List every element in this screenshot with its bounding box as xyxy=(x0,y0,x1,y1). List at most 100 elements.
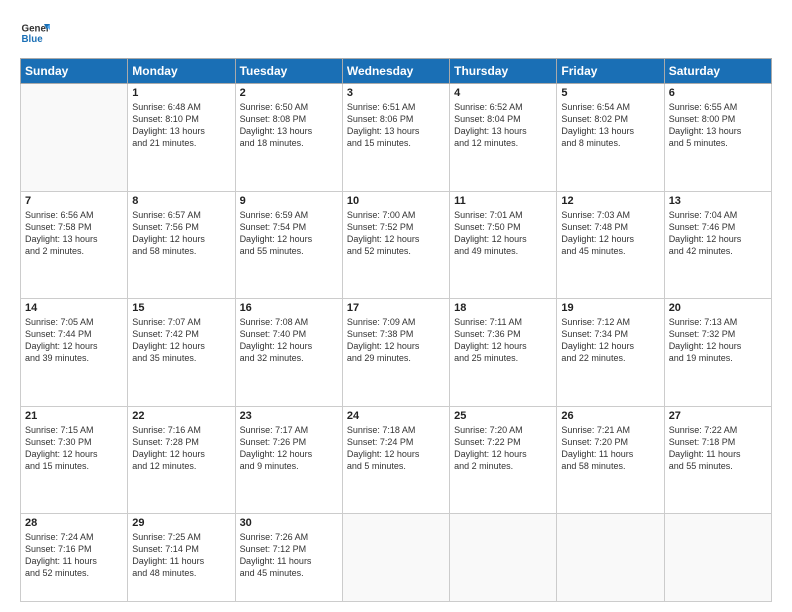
calendar-cell: 1 Sunrise: 6:48 AM Sunset: 8:10 PM Daylig… xyxy=(128,84,235,192)
day-info: Sunrise: 7:16 AM Sunset: 7:28 PM Dayligh… xyxy=(132,424,230,473)
day-number: 30 xyxy=(240,517,338,529)
day-number: 8 xyxy=(132,195,230,207)
day-info: Sunrise: 7:17 AM Sunset: 7:26 PM Dayligh… xyxy=(240,424,338,473)
day-number: 13 xyxy=(669,195,767,207)
calendar-cell: 7 Sunrise: 6:56 AM Sunset: 7:58 PM Daylig… xyxy=(21,191,128,299)
day-info: Sunrise: 7:15 AM Sunset: 7:30 PM Dayligh… xyxy=(25,424,123,473)
day-info: Sunrise: 6:48 AM Sunset: 8:10 PM Dayligh… xyxy=(132,101,230,150)
day-info: Sunrise: 7:18 AM Sunset: 7:24 PM Dayligh… xyxy=(347,424,445,473)
header: General Blue xyxy=(20,18,772,48)
day-number: 21 xyxy=(25,410,123,422)
day-info: Sunrise: 7:21 AM Sunset: 7:20 PM Dayligh… xyxy=(561,424,659,473)
day-info: Sunrise: 6:57 AM Sunset: 7:56 PM Dayligh… xyxy=(132,209,230,258)
day-number: 22 xyxy=(132,410,230,422)
calendar-cell xyxy=(664,514,771,602)
calendar-cell: 25 Sunrise: 7:20 AM Sunset: 7:22 PM Dayli… xyxy=(450,406,557,514)
weekday-header-tuesday: Tuesday xyxy=(235,59,342,84)
day-info: Sunrise: 7:11 AM Sunset: 7:36 PM Dayligh… xyxy=(454,316,552,365)
calendar-cell xyxy=(21,84,128,192)
day-info: Sunrise: 6:56 AM Sunset: 7:58 PM Dayligh… xyxy=(25,209,123,258)
day-info: Sunrise: 6:55 AM Sunset: 8:00 PM Dayligh… xyxy=(669,101,767,150)
calendar-cell xyxy=(450,514,557,602)
day-number: 24 xyxy=(347,410,445,422)
weekday-header-saturday: Saturday xyxy=(664,59,771,84)
day-info: Sunrise: 7:03 AM Sunset: 7:48 PM Dayligh… xyxy=(561,209,659,258)
calendar-cell: 20Sunrise: 7:13 AM Sunset: 7:32 PM Dayli… xyxy=(664,299,771,407)
calendar-cell: 3Sunrise: 6:51 AM Sunset: 8:06 PM Daylig… xyxy=(342,84,449,192)
day-info: Sunrise: 7:00 AM Sunset: 7:52 PM Dayligh… xyxy=(347,209,445,258)
day-number: 6 xyxy=(669,87,767,99)
day-info: Sunrise: 6:59 AM Sunset: 7:54 PM Dayligh… xyxy=(240,209,338,258)
day-number: 15 xyxy=(132,302,230,314)
calendar-cell: 9 Sunrise: 6:59 AM Sunset: 7:54 PM Daylig… xyxy=(235,191,342,299)
day-number: 29 xyxy=(132,517,230,529)
day-info: Sunrise: 7:07 AM Sunset: 7:42 PM Dayligh… xyxy=(132,316,230,365)
calendar-cell: 23 Sunrise: 7:17 AM Sunset: 7:26 PM Dayli… xyxy=(235,406,342,514)
day-info: Sunrise: 7:26 AM Sunset: 7:12 PM Dayligh… xyxy=(240,531,338,580)
day-info: Sunrise: 7:22 AM Sunset: 7:18 PM Dayligh… xyxy=(669,424,767,473)
calendar-cell: 5 Sunrise: 6:54 AM Sunset: 8:02 PM Daylig… xyxy=(557,84,664,192)
day-number: 17 xyxy=(347,302,445,314)
calendar-cell: 22 Sunrise: 7:16 AM Sunset: 7:28 PM Dayli… xyxy=(128,406,235,514)
day-number: 19 xyxy=(561,302,659,314)
weekday-header-sunday: Sunday xyxy=(21,59,128,84)
calendar-cell: 24 Sunrise: 7:18 AM Sunset: 7:24 PM Dayli… xyxy=(342,406,449,514)
day-info: Sunrise: 7:20 AM Sunset: 7:22 PM Dayligh… xyxy=(454,424,552,473)
calendar-cell: 8 Sunrise: 6:57 AM Sunset: 7:56 PM Daylig… xyxy=(128,191,235,299)
calendar-cell: 15 Sunrise: 7:07 AM Sunset: 7:42 PM Dayli… xyxy=(128,299,235,407)
day-info: Sunrise: 7:25 AM Sunset: 7:14 PM Dayligh… xyxy=(132,531,230,580)
day-info: Sunrise: 7:12 AM Sunset: 7:34 PM Dayligh… xyxy=(561,316,659,365)
day-number: 1 xyxy=(132,87,230,99)
day-info: Sunrise: 7:05 AM Sunset: 7:44 PM Dayligh… xyxy=(25,316,123,365)
calendar-cell: 4 Sunrise: 6:52 AM Sunset: 8:04 PM Daylig… xyxy=(450,84,557,192)
calendar-cell: 30 Sunrise: 7:26 AM Sunset: 7:12 PM Dayli… xyxy=(235,514,342,602)
logo: General Blue xyxy=(20,18,52,48)
day-number: 16 xyxy=(240,302,338,314)
calendar-cell: 27Sunrise: 7:22 AM Sunset: 7:18 PM Dayli… xyxy=(664,406,771,514)
day-number: 20 xyxy=(669,302,767,314)
day-number: 26 xyxy=(561,410,659,422)
page: General Blue SundayMondayTuesdayWednesda… xyxy=(0,0,792,612)
calendar-cell: 10 Sunrise: 7:00 AM Sunset: 7:52 PM Dayli… xyxy=(342,191,449,299)
weekday-header-monday: Monday xyxy=(128,59,235,84)
day-info: Sunrise: 6:52 AM Sunset: 8:04 PM Dayligh… xyxy=(454,101,552,150)
day-info: Sunrise: 6:50 AM Sunset: 8:08 PM Dayligh… xyxy=(240,101,338,150)
calendar-cell: 18 Sunrise: 7:11 AM Sunset: 7:36 PM Dayli… xyxy=(450,299,557,407)
day-info: Sunrise: 6:54 AM Sunset: 8:02 PM Dayligh… xyxy=(561,101,659,150)
calendar-cell: 6 Sunrise: 6:55 AM Sunset: 8:00 PM Daylig… xyxy=(664,84,771,192)
day-number: 4 xyxy=(454,87,552,99)
day-number: 25 xyxy=(454,410,552,422)
day-number: 11 xyxy=(454,195,552,207)
day-number: 28 xyxy=(25,517,123,529)
day-number: 23 xyxy=(240,410,338,422)
day-info: Sunrise: 7:24 AM Sunset: 7:16 PM Dayligh… xyxy=(25,531,123,580)
day-number: 12 xyxy=(561,195,659,207)
day-number: 14 xyxy=(25,302,123,314)
day-number: 10 xyxy=(347,195,445,207)
day-info: Sunrise: 7:01 AM Sunset: 7:50 PM Dayligh… xyxy=(454,209,552,258)
calendar: SundayMondayTuesdayWednesdayThursdayFrid… xyxy=(20,58,772,602)
day-info: Sunrise: 7:09 AM Sunset: 7:38 PM Dayligh… xyxy=(347,316,445,365)
calendar-cell: 28 Sunrise: 7:24 AM Sunset: 7:16 PM Dayli… xyxy=(21,514,128,602)
calendar-cell: 12 Sunrise: 7:03 AM Sunset: 7:48 PM Dayli… xyxy=(557,191,664,299)
day-number: 3 xyxy=(347,87,445,99)
day-info: Sunrise: 7:08 AM Sunset: 7:40 PM Dayligh… xyxy=(240,316,338,365)
weekday-header-thursday: Thursday xyxy=(450,59,557,84)
day-number: 7 xyxy=(25,195,123,207)
calendar-cell: 21 Sunrise: 7:15 AM Sunset: 7:30 PM Dayli… xyxy=(21,406,128,514)
day-number: 9 xyxy=(240,195,338,207)
svg-text:Blue: Blue xyxy=(22,34,44,45)
calendar-cell: 11 Sunrise: 7:01 AM Sunset: 7:50 PM Dayli… xyxy=(450,191,557,299)
day-number: 2 xyxy=(240,87,338,99)
calendar-cell: 13 Sunrise: 7:04 AM Sunset: 7:46 PM Dayli… xyxy=(664,191,771,299)
calendar-cell: 17 Sunrise: 7:09 AM Sunset: 7:38 PM Dayli… xyxy=(342,299,449,407)
calendar-cell: 16 Sunrise: 7:08 AM Sunset: 7:40 PM Dayli… xyxy=(235,299,342,407)
calendar-cell xyxy=(342,514,449,602)
day-number: 18 xyxy=(454,302,552,314)
calendar-cell: 29 Sunrise: 7:25 AM Sunset: 7:14 PM Dayli… xyxy=(128,514,235,602)
day-info: Sunrise: 7:04 AM Sunset: 7:46 PM Dayligh… xyxy=(669,209,767,258)
calendar-cell: 26 Sunrise: 7:21 AM Sunset: 7:20 PM Dayli… xyxy=(557,406,664,514)
weekday-header-friday: Friday xyxy=(557,59,664,84)
day-number: 5 xyxy=(561,87,659,99)
calendar-cell xyxy=(557,514,664,602)
